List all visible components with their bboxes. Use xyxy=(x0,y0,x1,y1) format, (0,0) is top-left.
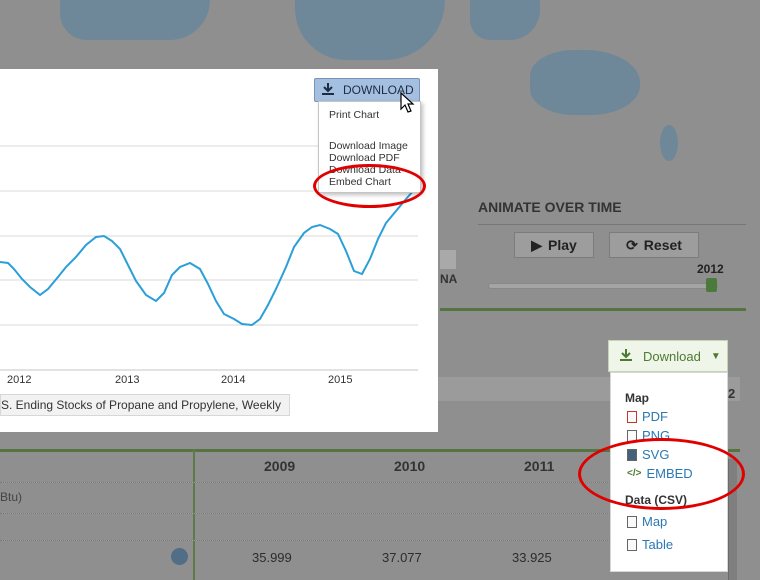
map-svg-link[interactable]: SVG xyxy=(627,447,669,462)
code-icon: </> xyxy=(627,468,642,479)
table-cell-2010: 37.077 xyxy=(382,550,422,565)
reset-label: Reset xyxy=(643,237,682,253)
legend-swatch xyxy=(440,250,456,269)
table-scrollbar[interactable] xyxy=(728,459,737,580)
column-header-2011[interactable]: 2011 xyxy=(524,458,554,474)
menu-download-image[interactable]: Download Image xyxy=(329,140,408,152)
caret-down-icon: ▼ xyxy=(710,350,721,362)
time-slider-track[interactable] xyxy=(488,283,718,289)
chart-legend[interactable]: S. Ending Stocks of Propane and Propylen… xyxy=(0,394,290,416)
menu-download-pdf[interactable]: Download PDF xyxy=(329,152,400,164)
map-embed-link[interactable]: </> EMBED xyxy=(627,466,693,481)
data-table-link[interactable]: Table xyxy=(627,537,673,552)
menu-download-data[interactable]: Download Data xyxy=(329,164,401,176)
reset-icon: ⟳ xyxy=(626,236,638,253)
play-label: Play xyxy=(547,237,577,253)
menu-print-chart[interactable]: Print Chart xyxy=(329,109,379,121)
map-embed-label: EMBED xyxy=(646,466,693,481)
data-map-link[interactable]: Map xyxy=(627,514,667,529)
map-svg-label: SVG xyxy=(642,447,670,462)
animate-section-title: ANIMATE OVER TIME xyxy=(478,199,622,215)
map-pdf-label: PDF xyxy=(642,409,668,424)
legend-na-label: NA xyxy=(440,272,458,286)
download-icon xyxy=(321,82,335,99)
column-header-2009[interactable]: 2009 xyxy=(264,458,295,474)
globe-icon[interactable] xyxy=(171,548,188,565)
menu-embed-chart[interactable]: Embed Chart xyxy=(329,176,391,188)
image-file-icon xyxy=(627,429,637,442)
table-cell-2011: 33.925 xyxy=(512,550,552,565)
data-map-label: Map xyxy=(642,514,668,529)
legend-series-label: S. Ending Stocks of Propane and Propylen… xyxy=(1,398,281,412)
x-tick-2012: 2012 xyxy=(7,374,32,386)
time-slider-handle[interactable] xyxy=(706,278,717,292)
x-tick-2014: 2014 xyxy=(221,374,246,386)
table-column-divider xyxy=(193,449,195,580)
play-button[interactable]: ▶ Play xyxy=(514,232,594,258)
data-table-label: Table xyxy=(642,537,674,552)
table-cell-2009: 35.999 xyxy=(252,550,292,565)
play-icon: ▶ xyxy=(531,236,542,253)
column-header-2010[interactable]: 2010 xyxy=(394,458,425,474)
mouse-cursor-icon xyxy=(400,92,415,113)
data-csv-heading: Data (CSV) xyxy=(625,493,688,507)
series-line xyxy=(0,189,415,327)
map-pdf-link[interactable]: PDF xyxy=(627,409,668,424)
reset-button[interactable]: ⟳ Reset xyxy=(609,232,699,258)
image-file-icon xyxy=(627,448,637,461)
map-png-link[interactable]: PNG xyxy=(627,428,670,443)
document-icon xyxy=(627,538,637,551)
section-divider-green xyxy=(440,308,746,311)
side-download-panel: Map PDF PNG SVG </> EMBED Data (CSV) Map… xyxy=(610,372,728,572)
x-tick-2015: 2015 xyxy=(328,374,353,386)
unit-cell: Btu) xyxy=(0,490,23,504)
side-download-button[interactable]: Download ▼ xyxy=(608,340,728,372)
map-heading: Map xyxy=(625,391,649,405)
section-divider xyxy=(478,224,746,225)
slider-year-label: 2012 xyxy=(697,262,724,276)
document-icon xyxy=(627,515,637,528)
x-tick-2013: 2013 xyxy=(115,374,140,386)
side-download-label: Download xyxy=(643,348,701,364)
chart-export-menu: Print Chart Download Image Download PDF … xyxy=(318,101,421,193)
map-png-label: PNG xyxy=(642,428,671,443)
pdf-file-icon xyxy=(627,410,637,423)
download-icon xyxy=(619,348,633,365)
toolbar-edge-text: 2 xyxy=(728,386,736,401)
